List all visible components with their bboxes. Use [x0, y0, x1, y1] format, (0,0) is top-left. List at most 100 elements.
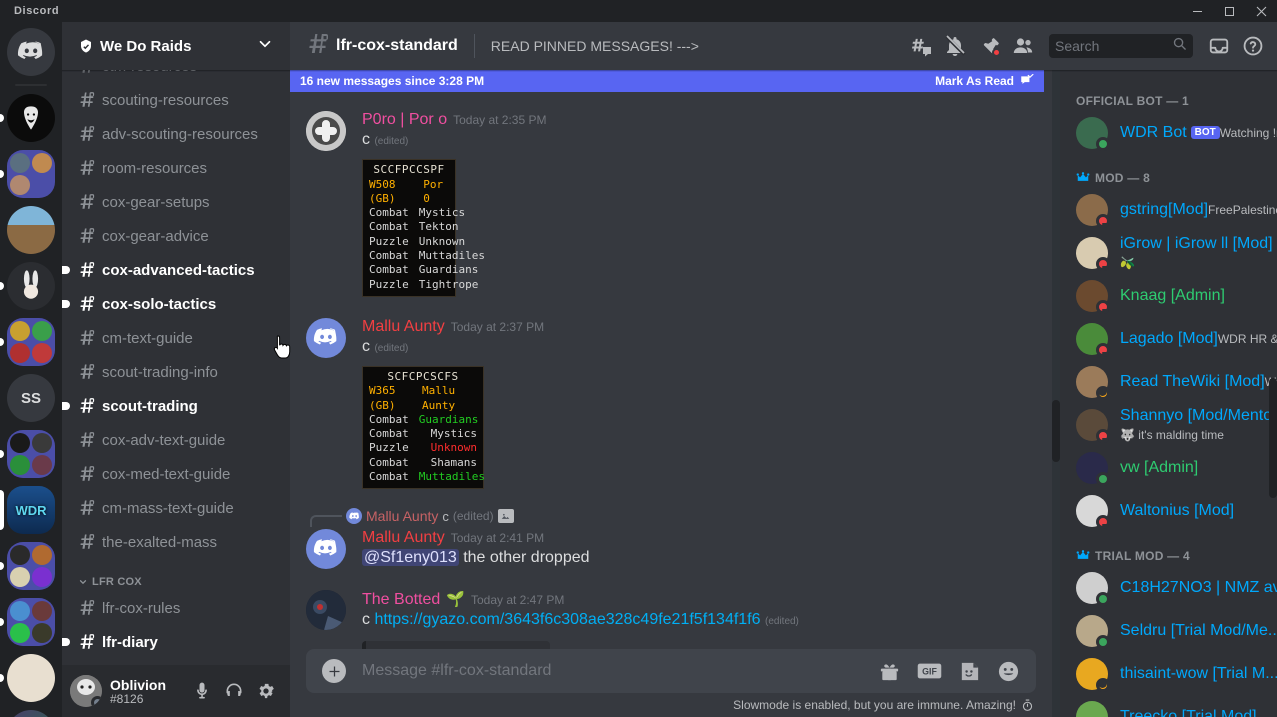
user-mention[interactable]: @Sf1eny013	[362, 549, 459, 567]
member-scrollbar-thumb[interactable]	[1269, 378, 1277, 498]
raid-row-right: Guardians	[418, 263, 479, 277]
member-item[interactable]: iGrow | iGrow ll [Mod] 🫒	[1068, 232, 1273, 274]
member-item[interactable]: Lagado [Mod]WDR HR & Legal Counsel	[1068, 318, 1277, 360]
server-fairy[interactable]	[0, 654, 62, 702]
message-author[interactable]: The Botted	[362, 591, 440, 609]
message-composer[interactable]: Message #lfr-cox-standard GIF	[306, 649, 1036, 693]
member-item[interactable]: Treecko [Trial Mod]	[1068, 696, 1269, 717]
server-castle[interactable]	[0, 206, 62, 254]
message-author[interactable]: Mallu Aunty	[362, 529, 445, 547]
pinned-messages-icon[interactable]	[973, 30, 1005, 62]
avatar[interactable]	[306, 590, 346, 631]
maximize-button[interactable]	[1213, 0, 1245, 22]
minimize-button[interactable]	[1181, 0, 1213, 22]
attach-file-button[interactable]	[322, 659, 346, 683]
server-folder-4[interactable]	[0, 542, 62, 590]
sidebar-item-ctm-resources[interactable]: ctm-resources	[70, 70, 282, 82]
home-button[interactable]	[0, 28, 62, 76]
avatar[interactable]	[306, 529, 346, 570]
sidebar-item-scout-trading[interactable]: scout-trading	[62, 390, 282, 422]
gift-button[interactable]	[878, 660, 901, 683]
message-author[interactable]: P0ro | Por o	[362, 111, 447, 129]
avatar[interactable]	[306, 111, 346, 152]
member-list[interactable]: OFFICIAL BOT — 1 WDR BotBOTWatching !modm…	[1060, 70, 1277, 717]
member-item[interactable]: thisaint-wow [Trial M...	[1068, 653, 1277, 695]
member-item[interactable]: Waltonius [Mod]	[1068, 490, 1269, 532]
member-item[interactable]: Seldru [Trial Mod/Me...Merry Chicken Win…	[1068, 610, 1277, 652]
sticker-picker-button[interactable]	[958, 660, 981, 683]
message-scrollbar[interactable]	[1052, 70, 1060, 717]
member-item[interactable]: WDR BotBOTWatching !modmail for reports	[1068, 112, 1277, 154]
sidebar-item-cm-mass-text-guide[interactable]: cm-mass-text-guide	[70, 492, 282, 524]
avatar[interactable]	[306, 317, 346, 358]
category-lfr-cox[interactable]: LFR COX	[62, 560, 290, 592]
message-text: c https://gyazo.com/3643f6c308ae328c49fe…	[362, 609, 1004, 633]
notifications-muted-icon[interactable]	[939, 30, 971, 62]
member-name: gstring[Mod]	[1120, 201, 1208, 218]
sidebar-item-cox-gear-advice[interactable]: cox-gear-advice	[70, 220, 282, 252]
member-item[interactable]: C18H27NO3 | NMZ av...	[1068, 567, 1277, 609]
server-icon: WDR	[7, 486, 55, 534]
server-ss[interactable]: SS	[0, 374, 62, 422]
emoji-picker-button[interactable]	[997, 660, 1020, 683]
server-folder-1[interactable]	[0, 150, 62, 198]
server-wdr-active[interactable]: WDR	[0, 486, 62, 534]
member-item[interactable]: Read TheWiki [Mod]Warm and blankey pille…	[1068, 361, 1277, 403]
user-settings-button[interactable]	[250, 675, 282, 707]
channel-hash-icon	[78, 633, 96, 651]
server-folder-3[interactable]	[0, 430, 62, 478]
sidebar-item-scouting-resources[interactable]: scouting-resources	[70, 84, 282, 116]
avatar[interactable]	[70, 675, 102, 707]
gyazo-link[interactable]: https://gyazo.com/3643f6c308ae328c49fe21…	[374, 611, 760, 628]
raid-screenshot[interactable]: SCFCPCSCFS W365 (GB) Mallu Aunty Combat G…	[362, 365, 485, 490]
unread-indicator	[0, 338, 4, 346]
member-list-icon[interactable]	[1007, 30, 1039, 62]
member-item[interactable]: Knaag [Admin]	[1068, 275, 1269, 317]
sidebar-item-room-resources[interactable]: room-resources	[70, 152, 282, 184]
sidebar-item-lfr-diary[interactable]: lfr-diary	[62, 626, 282, 658]
sidebar-item-scout-trading-info[interactable]: scout-trading-info	[70, 356, 282, 388]
reply-reference[interactable]: Mallu Aunty c (edited)	[310, 505, 1052, 528]
status-indicator	[1096, 678, 1110, 692]
sidebar-item-cox-med-text-guide[interactable]: cox-med-text-guide	[70, 458, 282, 490]
message-list[interactable]: Combat Mystics P0r	[290, 70, 1052, 649]
server-folder-5[interactable]	[0, 598, 62, 646]
inbox-icon[interactable]	[1203, 30, 1235, 62]
threads-icon[interactable]	[905, 30, 937, 62]
sidebar-item-cox-advanced-tactics[interactable]: cox-advanced-tactics	[62, 254, 282, 286]
search-input[interactable]: Search	[1049, 34, 1193, 58]
server-anonymous-mask[interactable]	[0, 94, 62, 142]
scrollbar-thumb[interactable]	[1052, 400, 1060, 462]
server-rabbit[interactable]	[0, 262, 62, 310]
close-button[interactable]	[1245, 0, 1277, 22]
mark-as-read-button[interactable]: Mark As Read	[935, 74, 1034, 88]
channel-list[interactable]: ctm-resources scouting-resources adv-scout…	[62, 70, 290, 665]
status-indicator	[1096, 635, 1110, 649]
sidebar-item-cox-solo-tactics[interactable]: cox-solo-tactics	[62, 288, 282, 320]
raid-screenshot[interactable]: SCCFPCCSPF W508 (GB) Por 0 Combat Mystics…	[362, 159, 485, 297]
sidebar-item-cox-adv-text-guide[interactable]: cox-adv-text-guide	[70, 424, 282, 456]
sidebar-item-lfr-cox-learner[interactable]: lfr-cox-learner	[70, 660, 282, 665]
link-embed[interactable]: Gyazo Gyazo	[362, 641, 550, 649]
member-item[interactable]: Shannyo [Mod/Mentor] 🐺 it's malding time	[1068, 404, 1277, 446]
sidebar-item-cm-text-guide[interactable]: cm-text-guide	[70, 322, 282, 354]
member-status-text: WDR HR & Legal Counsel	[1217, 332, 1277, 346]
guild-header[interactable]: We Do Raids	[62, 22, 290, 70]
mute-microphone-button[interactable]	[186, 675, 218, 707]
server-folder-2[interactable]	[0, 318, 62, 366]
deafen-button[interactable]	[218, 675, 250, 707]
gif-picker-button[interactable]: GIF	[917, 662, 942, 680]
search-placeholder: Search	[1055, 38, 1100, 54]
member-info: Treecko [Trial Mod]	[1120, 707, 1261, 717]
member-item[interactable]: gstring[Mod]FreePalestine	[1068, 189, 1277, 231]
member-item[interactable]: vw [Admin]	[1068, 447, 1269, 489]
server-dragon[interactable]	[0, 710, 62, 717]
sidebar-item-the-exalted-mass[interactable]: the-exalted-mass	[70, 526, 282, 558]
sidebar-item-lfr-cox-rules[interactable]: lfr-cox-rules	[70, 592, 282, 624]
message-author[interactable]: Mallu Aunty	[362, 318, 445, 336]
sidebar-item-adv-scouting-resources[interactable]: adv-scouting-resources	[70, 118, 282, 150]
sidebar-item-cox-gear-setups[interactable]: cox-gear-setups	[70, 186, 282, 218]
message-input[interactable]: Message #lfr-cox-standard	[362, 662, 878, 680]
message-header: P0ro | Por o Today at 2:35 PM	[362, 111, 1004, 129]
help-icon[interactable]	[1237, 30, 1269, 62]
